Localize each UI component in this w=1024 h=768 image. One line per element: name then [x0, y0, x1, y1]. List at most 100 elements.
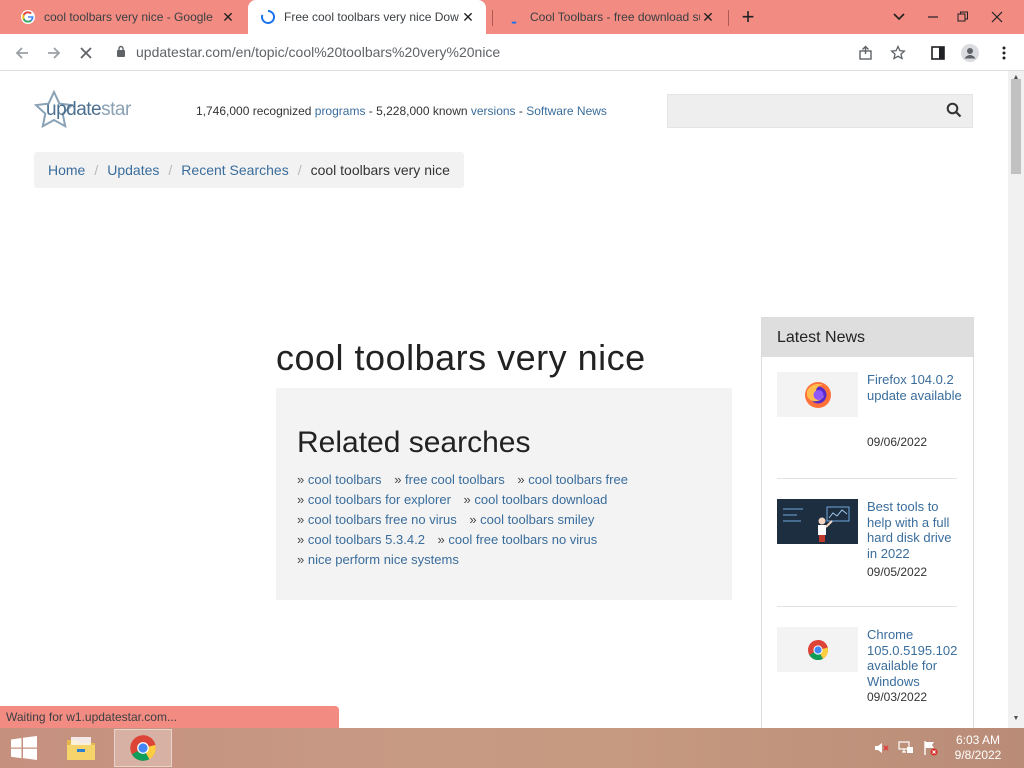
tab-strip: cool toolbars very nice - Google ✕ Free … [0, 0, 1024, 34]
news-divider [777, 478, 957, 479]
stats-separator: - [515, 104, 527, 118]
clock-time: 6:03 AM [955, 733, 1001, 747]
loading-spinner-icon [260, 9, 276, 25]
versions-link[interactable]: versions [471, 104, 516, 118]
versions-count: 5,228,000 known [376, 104, 471, 118]
stop-loading-icon[interactable] [72, 39, 100, 67]
tab-title: Free cool toolbars very nice Dow [284, 10, 459, 24]
updatestar-logo[interactable]: updatestar [34, 90, 154, 134]
page-title: cool toolbars very nice [276, 337, 646, 378]
related-row: » cool toolbars for explorer » cool tool… [297, 490, 712, 510]
tab-separator [728, 10, 729, 26]
page-viewport: updatestar 1,746,000 recognized programs… [0, 71, 1008, 728]
network-icon[interactable] [898, 740, 914, 756]
related-item: » cool toolbars 5.3.4.2 [297, 532, 425, 547]
forward-arrow-icon[interactable] [40, 39, 68, 67]
news-date: 09/03/2022 [867, 690, 928, 704]
tab-google-search[interactable]: cool toolbars very nice - Google ✕ [8, 0, 246, 34]
news-item[interactable]: Chrome 105.0.5195.102 available for Wind… [777, 627, 957, 717]
related-link[interactable]: nice perform nice systems [308, 552, 459, 567]
related-link[interactable]: cool toolbars free no virus [308, 512, 457, 527]
vertical-scrollbar[interactable]: ▲ ▼ [1008, 71, 1024, 728]
close-tab-icon[interactable]: ✕ [460, 9, 476, 26]
chrome-taskbar-icon[interactable] [114, 729, 172, 767]
back-arrow-icon[interactable] [8, 39, 36, 67]
restore-button[interactable] [946, 0, 980, 34]
related-row: » cool toolbars free no virus » cool too… [297, 510, 712, 530]
url-text[interactable]: updatestar.com/en/topic/cool%20toolbars%… [136, 44, 500, 60]
profile-avatar-icon[interactable] [956, 39, 984, 67]
bookmark-star-icon[interactable] [884, 39, 912, 67]
related-item: » free cool toolbars [394, 472, 505, 487]
windows-start-icon[interactable] [0, 728, 48, 768]
logo-text-update: update [46, 99, 102, 120]
breadcrumb-updates[interactable]: Updates [107, 162, 159, 178]
news-date: 09/06/2022 [867, 435, 928, 449]
related-link[interactable]: cool free toolbars no virus [448, 532, 597, 547]
news-item[interactable]: Best tools to help with a full hard disk… [777, 499, 957, 589]
close-tab-icon[interactable]: ✕ [220, 9, 236, 26]
tab-search-chevron-icon[interactable] [882, 0, 916, 34]
bullet: » [463, 492, 475, 507]
breadcrumb-recent-searches[interactable]: Recent Searches [181, 162, 288, 178]
scrollbar-thumb[interactable] [1011, 79, 1021, 174]
google-icon [20, 9, 36, 25]
close-window-button[interactable] [980, 0, 1014, 34]
site-search-input[interactable] [667, 94, 973, 128]
related-link[interactable]: cool toolbars 5.3.4.2 [308, 532, 425, 547]
windows-taskbar: 6:03 AM 9/8/2022 [0, 728, 1024, 768]
news-title-link[interactable]: Chrome 105.0.5195.102 available for Wind… [867, 627, 962, 689]
related-row: » nice perform nice systems [297, 550, 712, 570]
related-link[interactable]: cool toolbars smiley [480, 512, 594, 527]
related-link[interactable]: cool toolbars [308, 472, 382, 487]
side-panel-icon[interactable] [924, 39, 952, 67]
speaker-muted-icon[interactable] [874, 740, 890, 756]
related-link[interactable]: free cool toolbars [405, 472, 505, 487]
news-title-link[interactable]: Best tools to help with a full hard disk… [867, 499, 962, 561]
file-explorer-icon[interactable] [52, 729, 110, 767]
omnibox[interactable]: updatestar.com/en/topic/cool%20toolbars%… [108, 38, 916, 66]
address-toolbar: updatestar.com/en/topic/cool%20toolbars%… [0, 34, 1024, 71]
programs-count: 1,746,000 recognized [196, 104, 315, 118]
bullet: » [297, 492, 308, 507]
system-clock[interactable]: 6:03 AM 9/8/2022 [948, 733, 1008, 763]
news-title-link[interactable]: Firefox 104.0.2 update available [867, 372, 962, 403]
minimize-button[interactable] [916, 0, 950, 34]
scroll-down-arrow-icon[interactable]: ▼ [1008, 712, 1024, 726]
bullet: » [517, 472, 529, 487]
latest-news-heading: Latest News [762, 318, 973, 357]
related-searches-heading: Related searches [297, 426, 531, 459]
tab-separator [492, 10, 493, 26]
related-item: » cool toolbars free [517, 472, 628, 487]
menu-kebab-icon[interactable] [990, 39, 1018, 67]
related-link[interactable]: cool toolbars free [528, 472, 628, 487]
chalkboard-illustration-icon[interactable] [777, 499, 858, 544]
chrome-logo-icon[interactable] [777, 627, 858, 672]
tab-cool-toolbars[interactable]: Cool Toolbars - free download su ✕ [494, 0, 726, 34]
firefox-logo-icon[interactable] [777, 372, 858, 417]
breadcrumb: Home / Updates / Recent Searches / cool … [34, 152, 464, 188]
related-link[interactable]: cool toolbars download [474, 492, 607, 507]
close-tab-icon[interactable]: ✕ [700, 9, 716, 26]
tab-title: Cool Toolbars - free download su [530, 10, 700, 24]
related-link[interactable]: cool toolbars for explorer [308, 492, 451, 507]
bullet: » [297, 512, 308, 527]
related-item: » cool toolbars download [464, 492, 608, 507]
software-news-link[interactable]: Software News [526, 104, 607, 118]
related-item: » cool toolbars for explorer [297, 492, 451, 507]
news-item[interactable]: Firefox 104.0.2 update available 09/06/2… [777, 372, 962, 462]
bullet: » [469, 512, 481, 527]
action-center-flag-icon[interactable] [922, 740, 938, 756]
breadcrumb-separator: / [94, 162, 99, 178]
bullet: » [394, 472, 406, 487]
programs-link[interactable]: programs [315, 104, 366, 118]
breadcrumb-home[interactable]: Home [48, 162, 85, 178]
status-bubble: Waiting for w1.updatestar.com... [0, 706, 339, 728]
latest-news-panel: Latest News Firefox 104.0.2 update avail… [761, 317, 974, 728]
new-tab-button[interactable]: + [736, 4, 760, 30]
search-icon[interactable] [946, 102, 962, 123]
tab-updatestar-active[interactable]: Free cool toolbars very nice Dow ✕ [248, 0, 486, 34]
share-icon[interactable] [852, 39, 880, 67]
bullet: » [297, 552, 308, 567]
lock-icon [116, 45, 136, 60]
